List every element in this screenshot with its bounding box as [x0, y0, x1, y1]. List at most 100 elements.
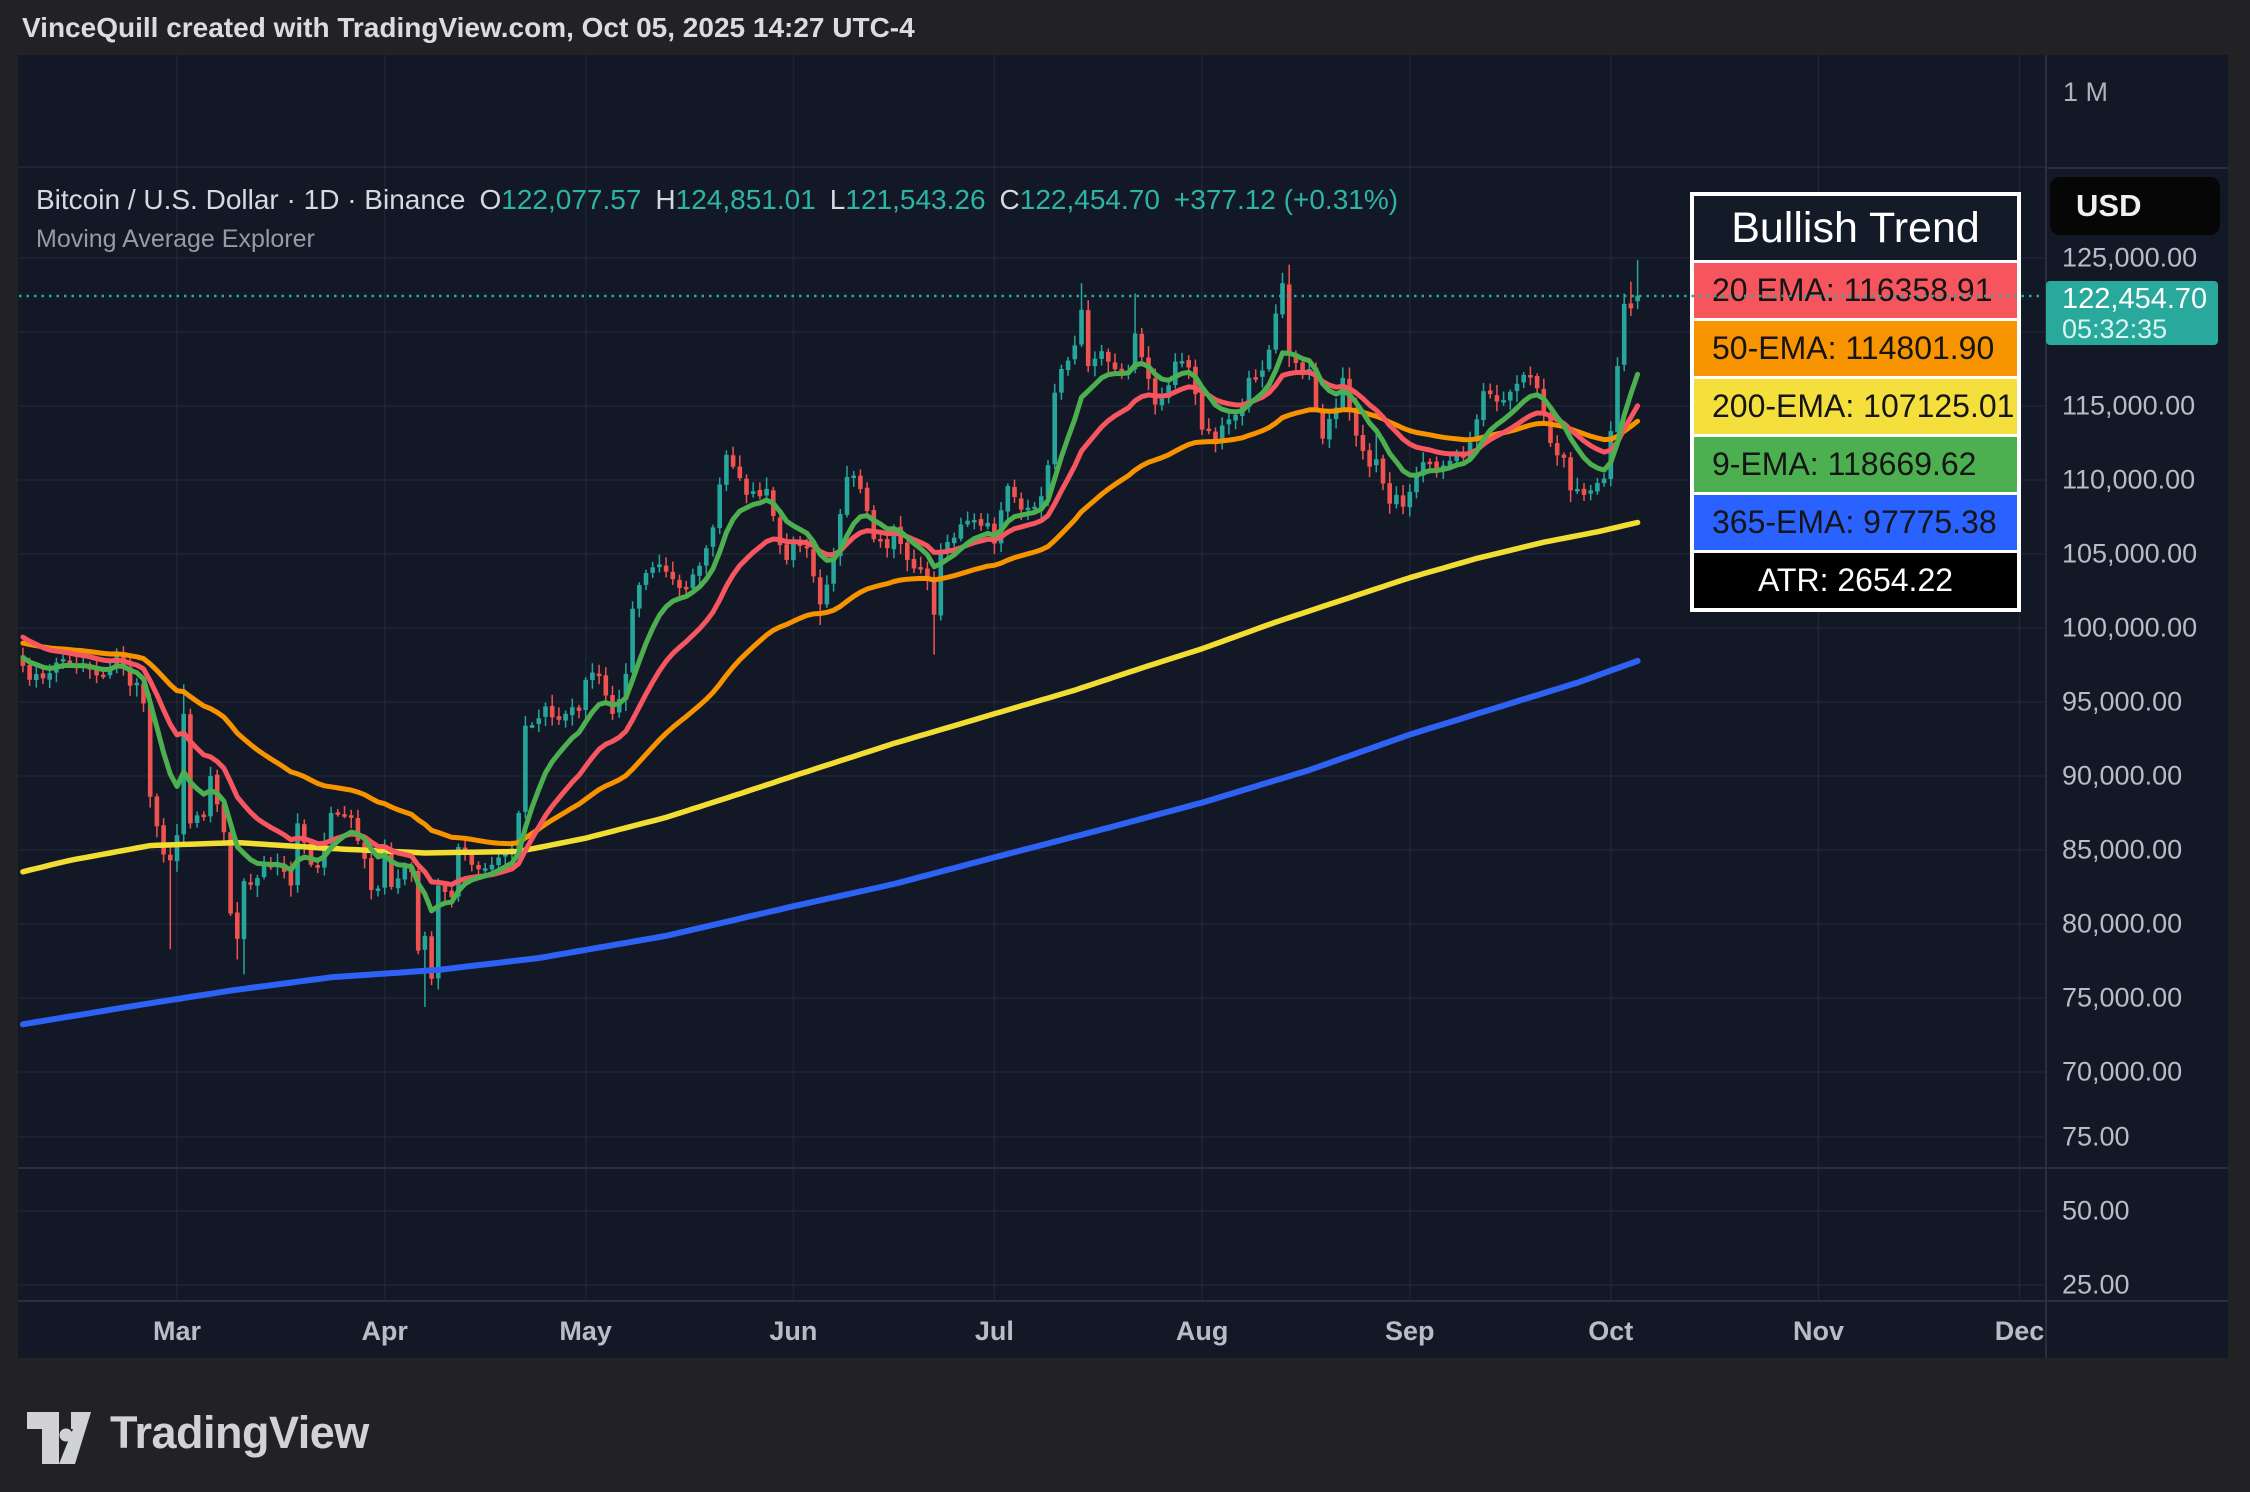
candle-body	[1380, 458, 1386, 484]
indicator-axis-label: 75.00	[2062, 1121, 2130, 1152]
candle-body	[1018, 498, 1024, 510]
candle-body	[174, 835, 180, 862]
trend-legend-panel: Bullish Trend 20 EMA: 116358.91 50-EMA: 1…	[1690, 192, 2021, 612]
currency-toggle-button[interactable]: USD	[2050, 177, 2220, 235]
candle-body	[436, 885, 441, 979]
candle-body	[737, 466, 743, 479]
high-value: 124,851.01	[675, 184, 816, 215]
candle-body	[871, 510, 877, 540]
candle-body	[1588, 490, 1593, 494]
candle-body	[804, 545, 810, 549]
candle-body	[523, 725, 528, 812]
candle-body	[1179, 361, 1185, 364]
candle-body	[1199, 393, 1205, 430]
indicator-axis-label: 50.00	[2062, 1195, 2130, 1226]
candle-body	[1273, 313, 1279, 350]
tradingview-watermark[interactable]: TradingView	[27, 1402, 369, 1464]
candle-body	[536, 718, 542, 724]
candle-body	[1628, 303, 1634, 309]
candle-body	[1092, 358, 1098, 367]
tradingview-logo-text: TradingView	[110, 1407, 369, 1458]
attribution-text: VinceQuill created with TradingView.com,…	[22, 12, 915, 43]
time-axis[interactable]: Mar Apr May Jun Jul Aug Sep Oct Nov Dec	[18, 1302, 2045, 1358]
candle-body	[1052, 392, 1057, 465]
candle-body	[1481, 391, 1486, 420]
candle-body	[1186, 360, 1191, 368]
candle-body	[817, 577, 823, 605]
price-axis-label: 115,000.00	[2062, 390, 2196, 421]
ema-200-line	[20, 519, 1641, 875]
candle-body	[958, 524, 964, 539]
candle-body	[1575, 488, 1580, 492]
candle-body	[583, 679, 588, 711]
price-axis[interactable]: 1 M USD 122,454.70 05:32:35 125,000.00 11…	[2045, 55, 2228, 1358]
time-axis-label-jun: Jun	[769, 1316, 818, 1346]
candle-body	[543, 706, 548, 717]
candle-body	[1280, 283, 1285, 315]
candle-body	[663, 565, 669, 572]
price-axis-label: 95,000.00	[2062, 686, 2183, 717]
last-price-badge: 122,454.70 05:32:35	[2046, 281, 2218, 345]
open-label: O	[479, 184, 502, 215]
candle-body	[704, 548, 709, 566]
price-axis-label: 90,000.00	[2062, 760, 2183, 791]
candle-body	[978, 519, 984, 526]
candle-body	[1065, 360, 1071, 371]
candle-body	[1005, 485, 1011, 512]
candle-body	[1233, 414, 1238, 421]
interval-badge: 1 M	[2063, 77, 2109, 107]
ema-legend-rows: 20 EMA: 116358.91 50-EMA: 114801.90 200-EM…	[1694, 263, 2017, 608]
candle-body	[1635, 295, 1640, 302]
close-label: C	[999, 184, 1020, 215]
candle-body	[811, 549, 816, 577]
candle-body	[496, 857, 501, 866]
candle-body	[335, 812, 341, 815]
ema-50-line	[20, 407, 1641, 847]
time-axis-label-sep: Sep	[1385, 1316, 1435, 1346]
ema-legend-row: ATR: 2654.22	[1694, 553, 2017, 608]
candle-body	[1099, 351, 1104, 359]
candle-body	[34, 674, 39, 680]
candle-body	[1427, 461, 1433, 465]
candle-body	[657, 564, 662, 568]
symbol-title-row: Bitcoin / U.S. Dollar · 1D · Binance O 12…	[36, 184, 1398, 216]
change-value: +377.12 (+0.31%)	[1173, 184, 1399, 215]
candle-body	[248, 882, 253, 885]
chart-widget[interactable]: Bitcoin / U.S. Dollar · 1D · Binance O 12…	[18, 55, 2228, 1358]
candle-body	[1581, 488, 1587, 495]
candle-body	[1514, 383, 1520, 392]
candle-body	[47, 673, 52, 680]
candle-body	[1327, 418, 1332, 440]
candle-body	[1387, 483, 1392, 504]
candle-body	[1561, 454, 1567, 458]
candle-body	[1501, 400, 1506, 403]
time-axis-label-apr: Apr	[361, 1316, 408, 1346]
candle-body	[1615, 366, 1620, 433]
price-axis-label: 125,000.00	[2062, 242, 2198, 273]
candle-body	[1059, 369, 1064, 393]
tradingview-chart-page: VinceQuill created with TradingView.com,…	[0, 0, 2250, 1492]
ema-legend-row: 20 EMA: 116358.91	[1694, 263, 2017, 318]
candle-body	[1079, 309, 1084, 345]
candle-body	[965, 520, 970, 525]
pane-separator[interactable]	[18, 1167, 2228, 1169]
open-value: 122,077.57	[501, 184, 642, 215]
candle-body	[1253, 377, 1258, 380]
candle-body	[1595, 482, 1600, 492]
candle-body	[556, 716, 562, 720]
candle-body	[1152, 378, 1158, 405]
candle-body	[154, 796, 160, 827]
time-axis-label-aug: Aug	[1175, 1316, 1229, 1346]
ema-legend-row: 50-EMA: 114801.90	[1694, 321, 2017, 376]
candle-body	[951, 537, 957, 544]
candle-body	[637, 585, 642, 609]
tradingview-logo-icon	[27, 1412, 91, 1464]
candle-body	[469, 854, 475, 865]
candle-body	[1508, 391, 1513, 401]
candle-body	[1521, 374, 1526, 383]
candle-body	[476, 865, 481, 870]
candle-body	[315, 865, 320, 868]
candle-body	[1621, 303, 1627, 365]
candle-body	[858, 475, 863, 490]
candle-body	[864, 487, 870, 512]
